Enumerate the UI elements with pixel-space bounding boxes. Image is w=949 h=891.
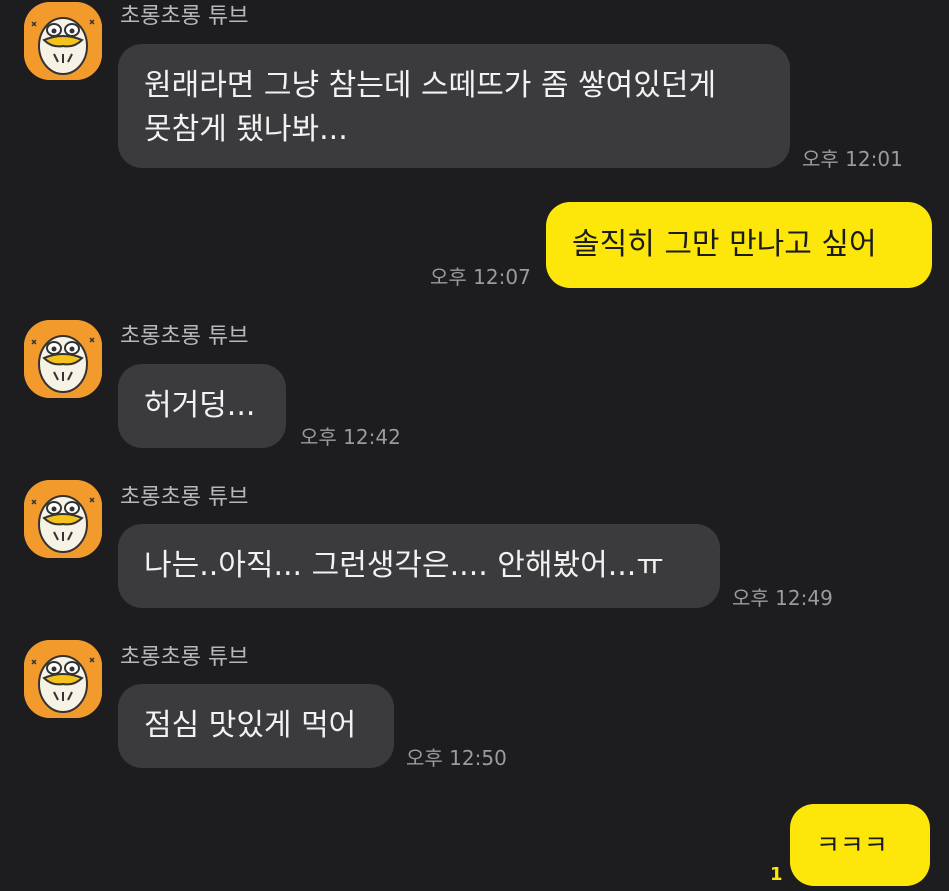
message-text: 허거덩...	[144, 388, 256, 423]
message-time: 오후 12:49	[732, 586, 833, 610]
avatar-drawing	[24, 2, 102, 80]
message-bubble[interactable]: 허거덩...	[118, 364, 286, 448]
avatar-drawing	[24, 480, 102, 558]
message-time: 오후 12:07	[430, 265, 531, 289]
tube-character-icon[interactable]	[24, 320, 102, 398]
tube-character-icon[interactable]	[24, 2, 102, 80]
message-time: 오후 12:50	[406, 746, 507, 770]
message-text-line: 원래라면 그냥 참는데 스떼뜨가 좀 쌓여있던게	[144, 68, 717, 103]
message-text: 솔직히 그만 만나고 싶어	[572, 227, 877, 262]
sender-name: 초롱초롱 튜브	[120, 485, 249, 510]
message-text-line: 못참게 됐나봐...	[144, 112, 348, 147]
message-bubble[interactable]: 점심 맛있게 먹어	[118, 684, 394, 768]
avatar-drawing	[24, 640, 102, 718]
message-text: 점심 맛있게 먹어	[144, 708, 357, 743]
sender-name: 초롱초롱 튜브	[120, 324, 249, 349]
message-bubble[interactable]: 원래라면 그냥 참는데 스떼뜨가 좀 쌓여있던게 못참게 됐나봐...	[118, 44, 790, 168]
chat-room: 초롱초롱 튜브 원래라면 그냥 참는데 스떼뜨가 좀 쌓여있던게 못참게 됐나봐…	[0, 0, 949, 891]
avatar-drawing	[24, 320, 102, 398]
message-bubble[interactable]: 나는..아직... 그런생각은.... 안해봤어...ㅠ	[118, 524, 720, 608]
sender-name: 초롱초롱 튜브	[120, 4, 249, 29]
message-time: 오후 12:01	[802, 147, 903, 171]
sender-name: 초롱초롱 튜브	[120, 645, 249, 670]
message-bubble[interactable]: 솔직히 그만 만나고 싶어	[546, 202, 932, 288]
message-bubble[interactable]: ㅋㅋㅋ	[790, 804, 930, 886]
message-text: ㅋㅋㅋ	[816, 831, 888, 861]
message-text: 나는..아직... 그런생각은.... 안해봤어...ㅠ	[144, 548, 664, 583]
tube-character-icon[interactable]	[24, 480, 102, 558]
tube-character-icon[interactable]	[24, 640, 102, 718]
message-time: 오후 12:42	[300, 425, 401, 449]
unread-count: 1	[770, 864, 783, 885]
